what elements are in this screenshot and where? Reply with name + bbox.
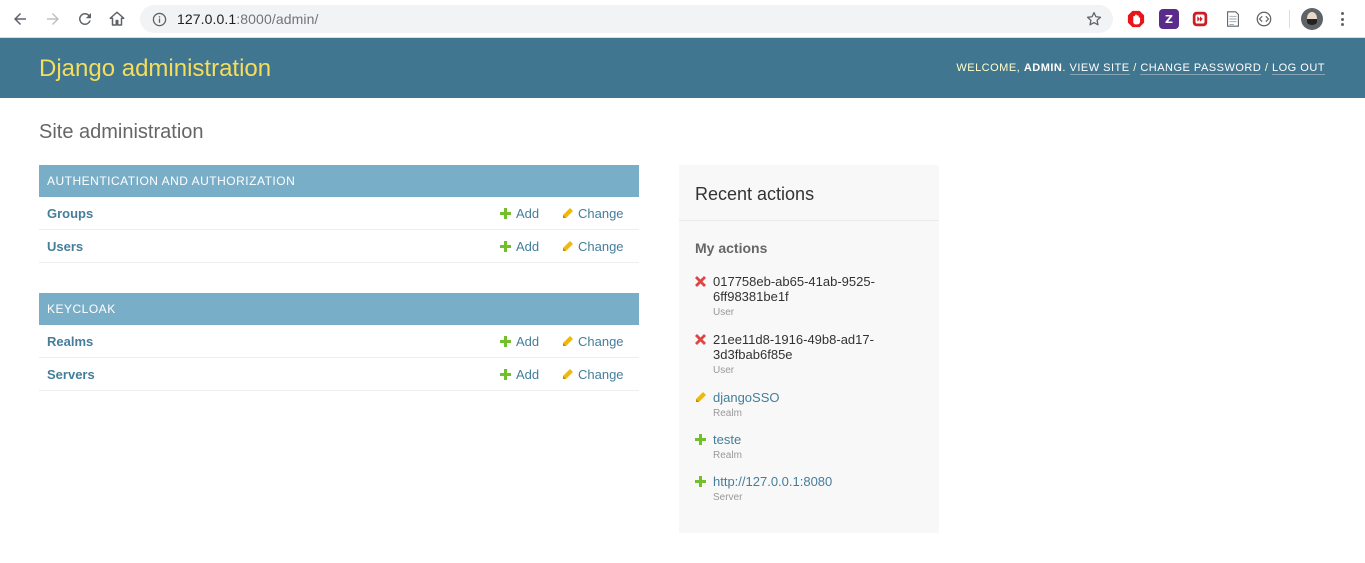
plus-icon: [500, 336, 511, 347]
bookmark-star-icon[interactable]: [1085, 10, 1103, 28]
table-row: Servers Add Change: [39, 358, 639, 391]
action-object-text: 21ee11d8-1916-49b8-ad17- 3d3fbab6f85e: [713, 332, 925, 362]
change-users-button[interactable]: Change: [562, 239, 624, 254]
log-out-link[interactable]: Log out: [1271, 62, 1325, 75]
action-content-type: User: [713, 307, 735, 318]
action-object-link[interactable]: djangoSSO: [713, 390, 925, 405]
change-password-link[interactable]: Change password: [1140, 62, 1262, 75]
add-users-button[interactable]: Add: [500, 239, 539, 254]
action-content-type: Server: [713, 492, 743, 503]
admin-header: Django administration Welcome, admin. Vi…: [0, 38, 1365, 98]
action-object-text: 017758eb-ab65-41ab-9525- 6ff98381be1f: [713, 274, 925, 304]
profile-avatar-icon[interactable]: [1301, 8, 1323, 30]
extension-z-icon[interactable]: Z: [1159, 9, 1179, 29]
pencil-icon: [563, 336, 573, 346]
extension-page-icon[interactable]: [1223, 9, 1243, 29]
action-object-link[interactable]: teste: [713, 432, 925, 447]
extension-record-icon[interactable]: [1190, 9, 1210, 29]
pencil-icon: [696, 392, 706, 402]
pencil-icon: [563, 369, 573, 379]
toolbar-divider: [1289, 10, 1290, 28]
change-groups-button[interactable]: Change: [562, 206, 624, 221]
list-item: 21ee11d8-1916-49b8-ad17- 3d3fbab6f85e Us…: [695, 332, 925, 377]
action-object-line: 017758eb-ab65-41ab-9525-: [713, 274, 875, 289]
action-content-type: Realm: [713, 408, 742, 419]
action-object-line: 3d3fbab6f85e: [713, 347, 793, 362]
user-tools: Welcome, admin. View site / Change passw…: [956, 62, 1325, 75]
home-icon[interactable]: [105, 7, 129, 31]
action-object-link[interactable]: http://127.0.0.1:8080: [713, 474, 925, 489]
welcome-text: Welcome,: [956, 62, 1021, 74]
reload-icon[interactable]: [73, 7, 97, 31]
plus-icon: [695, 476, 706, 487]
module-caption[interactable]: Authentication and Authorization: [39, 165, 639, 197]
extension-stop-icon[interactable]: [1126, 9, 1146, 29]
delete-icon: [695, 276, 706, 287]
table-row: Groups Add Change: [39, 197, 639, 230]
list-item: http://127.0.0.1:8080 Server: [695, 474, 925, 504]
plus-icon: [500, 369, 511, 380]
model-link-servers[interactable]: Servers: [47, 367, 95, 382]
username: admin: [1023, 62, 1063, 74]
module-keycloak: Keycloak Realms Add Change Servers Add C…: [39, 293, 639, 391]
actions-list: 017758eb-ab65-41ab-9525- 6ff98381be1f Us…: [695, 274, 925, 504]
action-content-type: Realm: [713, 450, 742, 461]
view-site-link[interactable]: View site: [1069, 62, 1130, 75]
pencil-icon: [563, 208, 573, 218]
plus-icon: [695, 434, 706, 445]
change-label: Change: [578, 334, 624, 349]
model-link-realms[interactable]: Realms: [47, 334, 93, 349]
list-item: djangoSSO Realm: [695, 390, 925, 420]
plus-icon: [500, 208, 511, 219]
add-label: Add: [516, 367, 540, 382]
browser-menu-icon[interactable]: [1336, 9, 1348, 29]
action-object-line: 6ff98381be1f: [713, 289, 789, 304]
change-label: Change: [578, 367, 624, 382]
recent-actions-panel: Recent actions My actions 017758eb-ab65-…: [679, 165, 939, 533]
delete-icon: [695, 334, 706, 345]
site-branding[interactable]: Django administration: [39, 55, 271, 83]
add-realms-button[interactable]: Add: [500, 334, 539, 349]
plus-icon: [500, 241, 511, 252]
model-link-groups[interactable]: Groups: [47, 206, 93, 221]
table-row: Realms Add Change: [39, 325, 639, 358]
list-item: teste Realm: [695, 432, 925, 462]
add-label: Add: [516, 334, 540, 349]
address-bar[interactable]: 127.0.0.1:8000/admin/: [140, 5, 1113, 33]
url-host: 127.0.0.1: [177, 11, 237, 27]
add-servers-button[interactable]: Add: [500, 367, 539, 382]
change-realms-button[interactable]: Change: [562, 334, 624, 349]
module-authentication: Authentication and Authorization Groups …: [39, 165, 639, 263]
change-label: Change: [578, 206, 624, 221]
recent-actions-title: Recent actions: [679, 165, 939, 221]
back-arrow-icon[interactable]: [8, 7, 32, 31]
add-label: Add: [516, 239, 540, 254]
change-servers-button[interactable]: Change: [562, 367, 624, 382]
forward-arrow-icon[interactable]: [41, 7, 65, 31]
module-caption[interactable]: Keycloak: [39, 293, 639, 325]
list-item: 017758eb-ab65-41ab-9525- 6ff98381be1f Us…: [695, 274, 925, 319]
url-text: 127.0.0.1:8000/admin/: [177, 11, 318, 27]
add-label: Add: [516, 206, 540, 221]
action-content-type: User: [713, 365, 735, 376]
add-groups-button[interactable]: Add: [500, 206, 539, 221]
url-path: :8000/admin/: [236, 11, 319, 27]
extension-code-icon[interactable]: [1254, 9, 1274, 29]
change-label: Change: [578, 239, 624, 254]
my-actions-heading: My actions: [695, 240, 768, 256]
site-info-icon[interactable]: [151, 11, 167, 27]
model-link-users[interactable]: Users: [47, 239, 83, 254]
table-row: Users Add Change: [39, 230, 639, 263]
action-object-line: 21ee11d8-1916-49b8-ad17-: [713, 332, 874, 347]
pencil-icon: [563, 241, 573, 251]
page-title: Site administration: [39, 121, 204, 143]
browser-toolbar: 127.0.0.1:8000/admin/ Z: [0, 0, 1365, 38]
